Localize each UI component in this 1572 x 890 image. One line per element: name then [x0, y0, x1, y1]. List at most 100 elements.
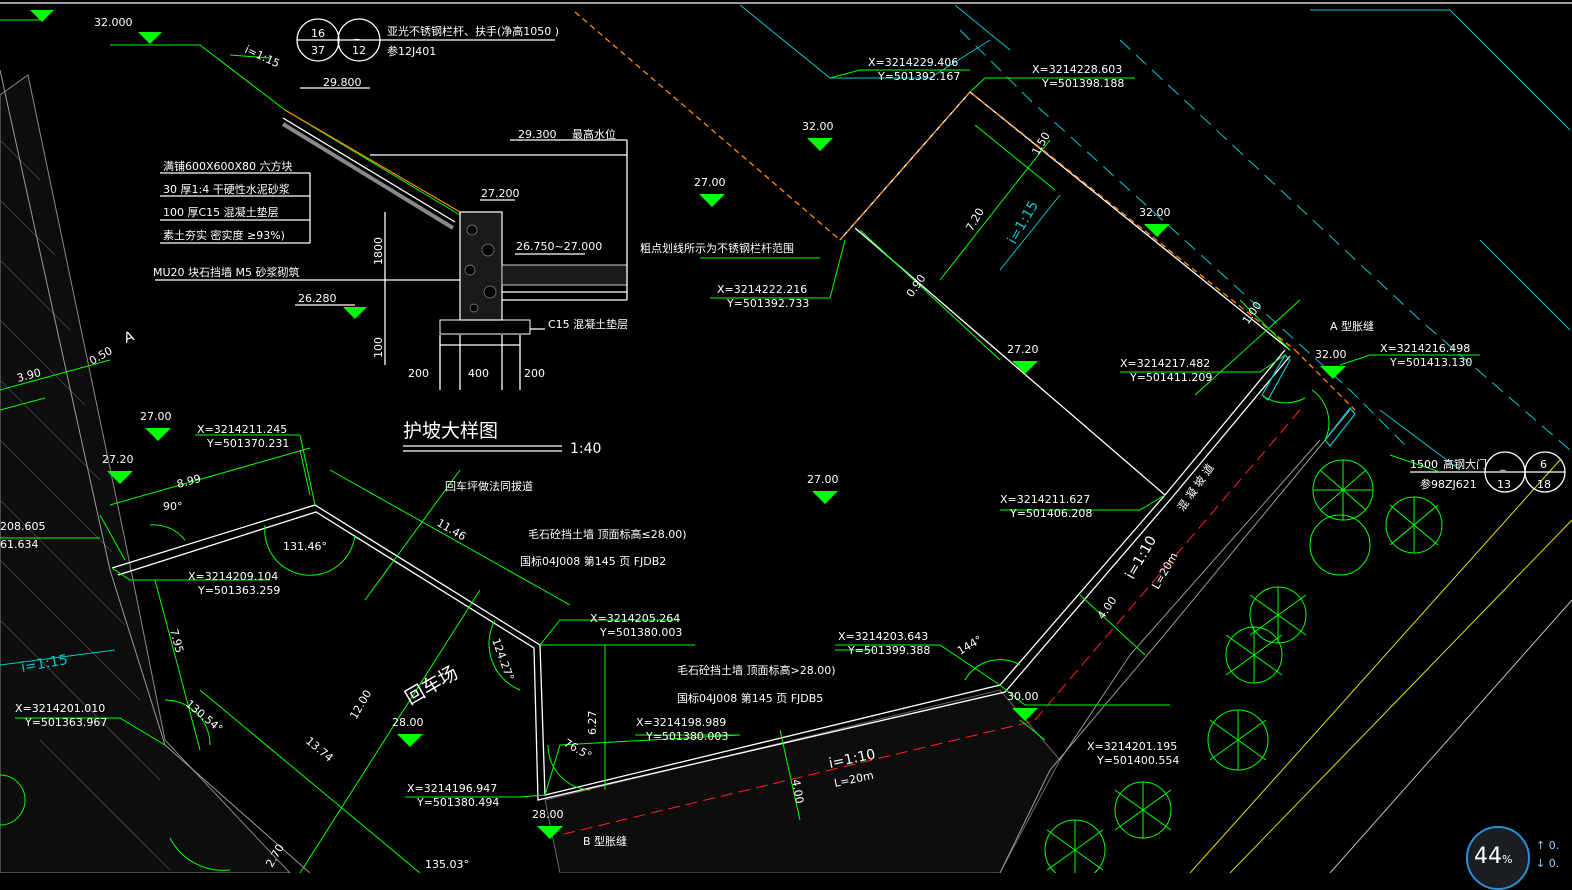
ang-13503: 135.03°: [425, 858, 469, 871]
coord-y-1: Y=501398.188: [1041, 77, 1124, 90]
dim-050: 0.50: [87, 344, 115, 368]
gate-r1c1: _: [1499, 458, 1506, 471]
dim-627: 6.27: [586, 711, 599, 736]
ang-90: 90°: [163, 500, 183, 513]
dim-1146: 11.46: [435, 516, 469, 543]
elevation-label-0: 27.00: [694, 176, 726, 189]
ang-13146: 131.46°: [283, 540, 327, 553]
section-elev-marker-2: [343, 307, 367, 319]
note-joint-a: A 型胀缝: [1330, 319, 1374, 333]
section-water-label: 最高水位: [572, 127, 616, 141]
ang-144: 144°: [955, 633, 984, 658]
note-wall-1-ref: 国标04J008 第145 页 FJDB2: [520, 554, 666, 568]
section-pad-note: C15 混凝土垫层: [548, 317, 628, 331]
note-wall-2: 毛石砼挡土墙 顶面标高>28.00): [677, 663, 836, 677]
section-elev-top: 32.000: [94, 16, 133, 29]
section-dim-height: 1800: [372, 237, 385, 265]
note-turnaround: 回车场: [402, 662, 462, 710]
gate-label: 高钢大门: [1443, 457, 1487, 471]
coord-y-4: Y=501411.209: [1129, 371, 1212, 384]
property-line-3: [954, 4, 1011, 51]
note-joint-b: B 型胀缝: [583, 834, 627, 848]
progress-percent: 44%: [1474, 844, 1513, 869]
note-turn: 回车坪做法同拔道: [445, 479, 533, 493]
elevation-marker-6: [145, 428, 171, 441]
coord-x-9: X=3214203.643: [838, 630, 928, 643]
note-wall-2-ref: 国标04J008 第145 页 FJDB5: [677, 691, 823, 705]
coord-y-6: Y=501406.208: [1009, 507, 1092, 520]
coord-y-3: Y=501413.130: [1389, 356, 1472, 369]
section-mark: A: [122, 328, 137, 346]
gate-r2c2: 18: [1537, 478, 1551, 491]
elevation-marker-3: [1012, 361, 1038, 374]
gate-r1c2: 6: [1540, 458, 1547, 471]
coord-x-10: X=3214198.989: [636, 716, 726, 729]
section-layer-4: 素土夯实 密实度 ≥93%): [163, 228, 285, 242]
section-layer-3: 100 厚C15 混凝土垫层: [163, 205, 279, 219]
gate-ref: 参98ZJ621: [1420, 477, 1477, 491]
section-elev-marker-1: [138, 32, 162, 44]
elevation-marker-4: [1320, 366, 1346, 379]
ang-765: 76.5°: [562, 736, 594, 762]
section-dim-w2: 400: [468, 367, 489, 380]
coord-x-12: X=3214201.195: [1087, 740, 1177, 753]
section-layer-2: 30 厚1:4 干硬性水泥砂浆: [163, 182, 290, 196]
section-labels: 32.000 i=1:15 29.800 29.300 最高水位 27.200 …: [94, 16, 628, 457]
coord-x-6: X=3214211.627: [1000, 493, 1090, 506]
property-line-5: [1479, 239, 1571, 331]
road-edge: [1189, 459, 1561, 873]
upper-area-outline: [839, 91, 1291, 351]
coord-y-8: Y=501380.003: [599, 626, 682, 639]
section-elev-water: 29.300: [518, 128, 557, 141]
upload-speed: ↑ 0.: [1536, 839, 1560, 852]
left-edge-a: 208.605: [0, 520, 46, 533]
coord-y-7: Y=501363.259: [197, 584, 280, 597]
section-elev-bottom: 26.280: [298, 292, 337, 305]
dim-899: 8.99: [175, 472, 202, 491]
dim-720: 7.20: [963, 206, 987, 234]
property-line-dashed-2: [1119, 39, 1571, 451]
ref-note-2: 参12J401: [387, 44, 436, 58]
section-dim-base: 100: [372, 337, 385, 358]
coord-y-11: Y=501363.967: [24, 716, 107, 729]
coord-x-13: X=3214196.947: [407, 782, 497, 795]
elevation-label-6: 27.00: [140, 410, 172, 423]
elevation-marker-1: [807, 138, 833, 151]
dim-795: 7.95: [167, 627, 186, 654]
elevation-marker-8: [397, 734, 423, 747]
section-dim-w3: 200: [524, 367, 545, 380]
coord-y-5: Y=501370.231: [206, 437, 289, 450]
elevation-label-3: 27.20: [1007, 343, 1039, 356]
note-wall-1: 毛石砼挡土墙 顶面标高≤28.00): [528, 527, 687, 541]
elevation-marker-0: [699, 194, 725, 207]
elevation-label-8: 28.00: [392, 716, 424, 729]
coord-x-8: X=3214205.264: [590, 612, 680, 625]
left-edge-b: 61.634: [0, 538, 39, 551]
section-elev-mid: 29.800: [323, 76, 362, 89]
coord-y-12: Y=501400.554: [1096, 754, 1179, 767]
coord-y-13: Y=501380.494: [416, 796, 499, 809]
ref-r1c2: _: [353, 27, 360, 40]
coord-x-0: X=3214229.406: [868, 56, 958, 69]
cad-drawing-canvas[interactable]: 32.000 i=1:15 29.800 29.300 最高水位 27.200 …: [0, 0, 1572, 873]
coord-y-10: Y=501380.003: [645, 730, 728, 743]
coord-y-0: Y=501392.167: [877, 70, 960, 83]
section-slope: i=1:15: [243, 43, 282, 70]
dim-i115: i=1:15: [1005, 198, 1042, 247]
section-layer-1: 满铺600X600X80 六方块: [163, 159, 293, 173]
note-railing: 粗点划线所示为不锈钢栏杆范围: [640, 241, 794, 255]
section-elev-fill: 26.750~27.000: [516, 240, 602, 253]
coord-y-2: Y=501392.733: [726, 297, 809, 310]
elevation-label-9: 30.00: [1007, 690, 1039, 703]
download-speed: ↓ 0.: [1536, 857, 1560, 870]
coord-x-2: X=3214222.216: [717, 283, 807, 296]
download-speed-widget[interactable]: 44% ↑ 0. ↓ 0.: [1462, 822, 1572, 890]
section-dim-w1: 200: [408, 367, 429, 380]
ref-r1c1: 16: [311, 27, 325, 40]
elevation-marker-5: [812, 491, 838, 504]
section-title: 护坡大样图: [403, 420, 498, 442]
elevation-label-4: 32.00: [1315, 348, 1347, 361]
section-scale: 1:40: [570, 441, 601, 457]
dim-1374: 13.74: [303, 734, 335, 764]
ref-box-labels: 16 _ 37 12 亚光不锈钢栏杆、扶手(净高1050 ) 参12J401: [311, 24, 559, 58]
